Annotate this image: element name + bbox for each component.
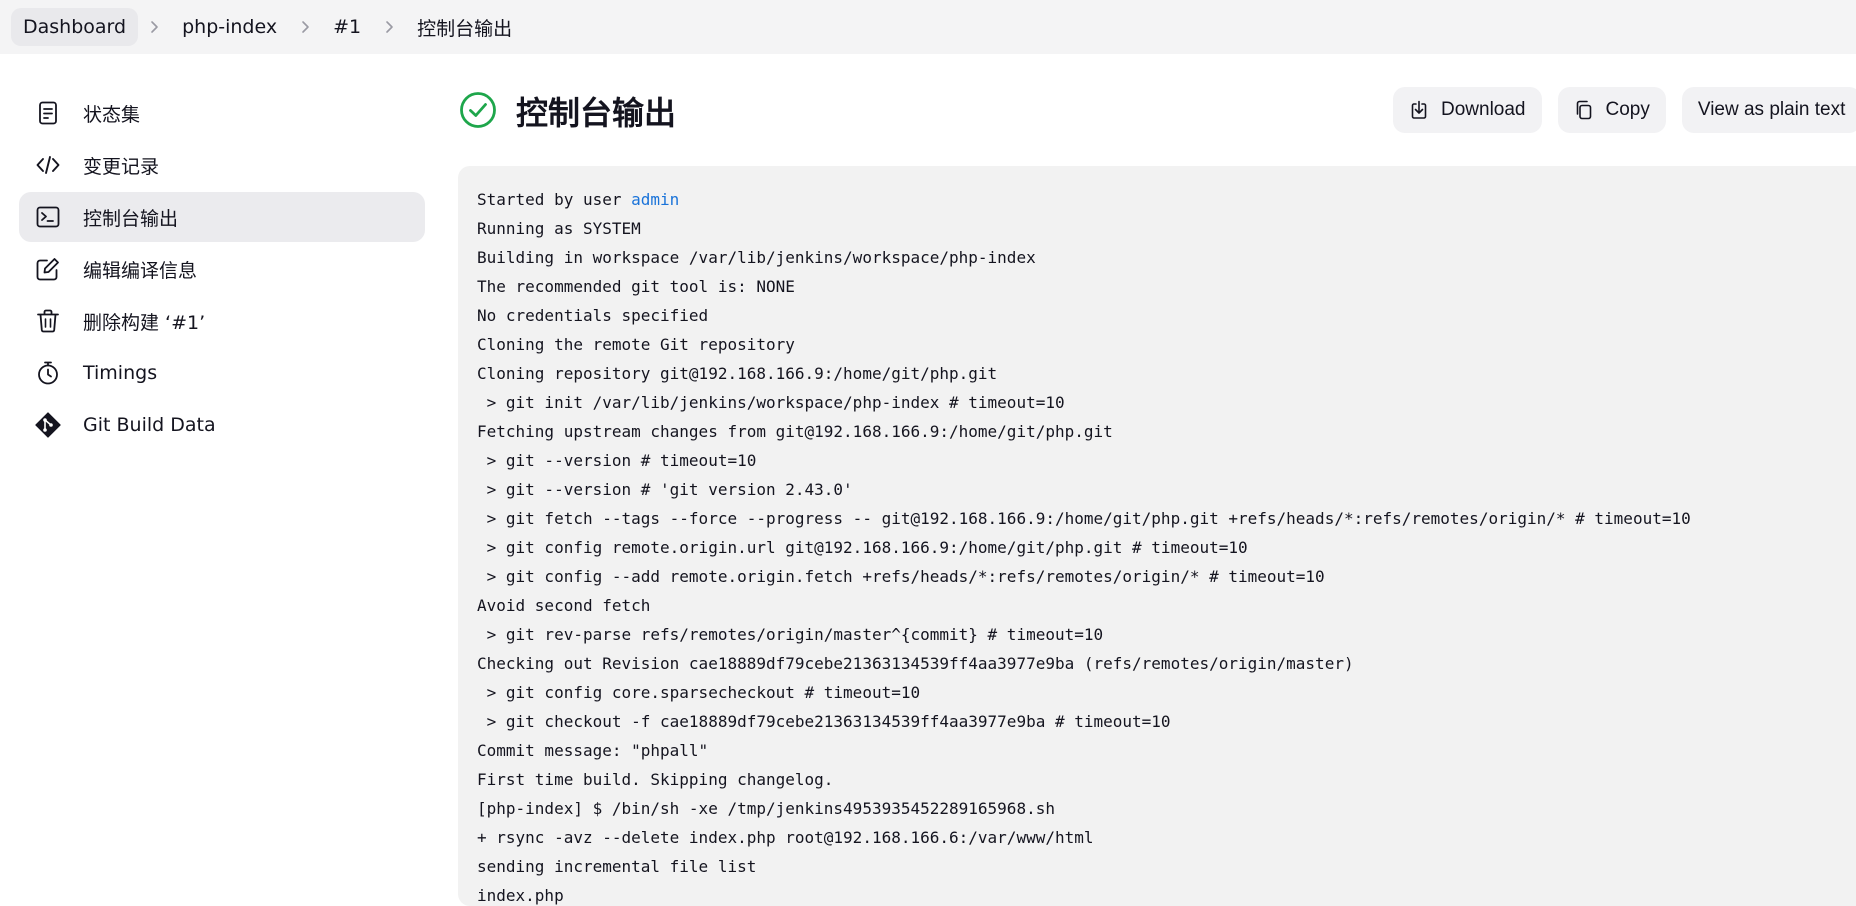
download-button[interactable]: Download bbox=[1393, 87, 1542, 133]
console-line: Checking out Revision cae18889df79cebe21… bbox=[477, 654, 1354, 673]
console-line: > git fetch --tags --force --progress --… bbox=[477, 509, 1691, 528]
sidebar-item-edit-build-info[interactable]: 编辑编译信息 bbox=[19, 244, 425, 294]
sidebar-item-label: 删除构建 ‘#1’ bbox=[83, 311, 206, 334]
console-line: > git config --add remote.origin.fetch +… bbox=[477, 567, 1325, 586]
breadcrumb-php-index[interactable]: php-index bbox=[170, 8, 289, 46]
console-output: Started by user admin Running as SYSTEM … bbox=[458, 166, 1856, 906]
sidebar-item-changes[interactable]: 变更记录 bbox=[19, 140, 425, 190]
console-line: Cloning the remote Git repository bbox=[477, 335, 795, 354]
breadcrumb-console-output[interactable]: 控制台输出 bbox=[405, 6, 524, 49]
console-line: Commit message: "phpall" bbox=[477, 741, 709, 760]
console-line: > git config remote.origin.url git@192.1… bbox=[477, 538, 1248, 557]
success-check-icon bbox=[459, 91, 497, 129]
edit-icon bbox=[33, 254, 63, 284]
copy-icon bbox=[1576, 100, 1591, 120]
copy-label: Copy bbox=[1605, 99, 1650, 120]
download-label: Download bbox=[1441, 99, 1526, 120]
view-as-plain-text-button[interactable]: View as plain text bbox=[1681, 87, 1856, 133]
console-line: sending incremental file list bbox=[477, 857, 757, 876]
sidebar-item-label: 变更记录 bbox=[83, 155, 160, 178]
console-line: > git --version # timeout=10 bbox=[477, 451, 757, 470]
download-icon bbox=[1411, 100, 1427, 119]
console-line: > git --version # 'git version 2.43.0' bbox=[477, 480, 853, 499]
console-line: First time build. Skipping changelog. bbox=[477, 770, 834, 789]
git-icon bbox=[33, 410, 63, 440]
trash-icon bbox=[33, 306, 63, 336]
console-line: > git config core.sparsecheckout # timeo… bbox=[477, 683, 921, 702]
chevron-right-icon bbox=[373, 20, 405, 34]
sidebar-item-status[interactable]: 状态集 bbox=[19, 88, 425, 138]
console-line: Cloning repository git@192.168.166.9:/ho… bbox=[477, 364, 998, 383]
console-line: > git rev-parse refs/remotes/origin/mast… bbox=[477, 625, 1104, 644]
console-line: > git init /var/lib/jenkins/workspace/ph… bbox=[477, 393, 1065, 412]
console-line: The recommended git tool is: NONE bbox=[477, 277, 795, 296]
code-icon bbox=[33, 150, 63, 180]
breadcrumb: Dashboard php-index #1 控制台输出 bbox=[0, 0, 1856, 54]
console-line: Fetching upstream changes from git@192.1… bbox=[477, 422, 1113, 441]
sidebar-item-delete-build[interactable]: 删除构建 ‘#1’ bbox=[19, 296, 425, 346]
console-line: Running as SYSTEM bbox=[477, 219, 641, 238]
stopwatch-icon bbox=[33, 358, 63, 388]
sidebar-item-label: Git Build Data bbox=[83, 414, 216, 436]
sidebar-item-git-build-data[interactable]: Git Build Data bbox=[19, 400, 425, 450]
page-title: 控制台输出 bbox=[516, 94, 677, 132]
copy-button[interactable]: Copy bbox=[1557, 87, 1666, 133]
sidebar-item-label: 控制台输出 bbox=[83, 207, 179, 230]
console-line: Building in workspace /var/lib/jenkins/w… bbox=[477, 248, 1036, 267]
sidebar-item-label: 编辑编译信息 bbox=[83, 259, 198, 282]
console-line: No credentials specified bbox=[477, 306, 709, 325]
console-line: > git checkout -f cae18889df79cebe213631… bbox=[477, 712, 1171, 731]
sidebar-item-label: 状态集 bbox=[83, 103, 141, 126]
breadcrumb-build-1[interactable]: #1 bbox=[321, 8, 373, 46]
console-line: + rsync -avz --delete index.php root@192… bbox=[477, 828, 1094, 847]
chevron-right-icon bbox=[138, 20, 170, 34]
console-line: Started by user admin bbox=[477, 185, 1856, 214]
user-admin-link[interactable]: admin bbox=[631, 190, 679, 209]
console-line: [php-index] $ /bin/sh -xe /tmp/jenkins49… bbox=[477, 799, 1055, 818]
console-line: index.php bbox=[477, 886, 564, 905]
terminal-icon bbox=[33, 202, 63, 232]
chevron-right-icon bbox=[289, 20, 321, 34]
view-as-plain-text-label: View as plain text bbox=[1697, 99, 1846, 120]
sidebar-item-timings[interactable]: Timings bbox=[19, 348, 425, 398]
breadcrumb-dashboard[interactable]: Dashboard bbox=[11, 8, 139, 46]
console-started-prefix: Started by user bbox=[477, 190, 632, 209]
console-line: Avoid second fetch bbox=[477, 596, 651, 615]
console-actions: Download Copy View as plain text bbox=[1393, 87, 1856, 133]
sidebar-item-console-output[interactable]: 控制台输出 bbox=[19, 192, 425, 242]
sidebar: 状态集 变更记录 控制台输出 编辑编译信息 删除构建 ‘#1’ Timings bbox=[19, 88, 425, 452]
sidebar-item-label: Timings bbox=[83, 362, 158, 384]
document-icon bbox=[33, 98, 63, 128]
